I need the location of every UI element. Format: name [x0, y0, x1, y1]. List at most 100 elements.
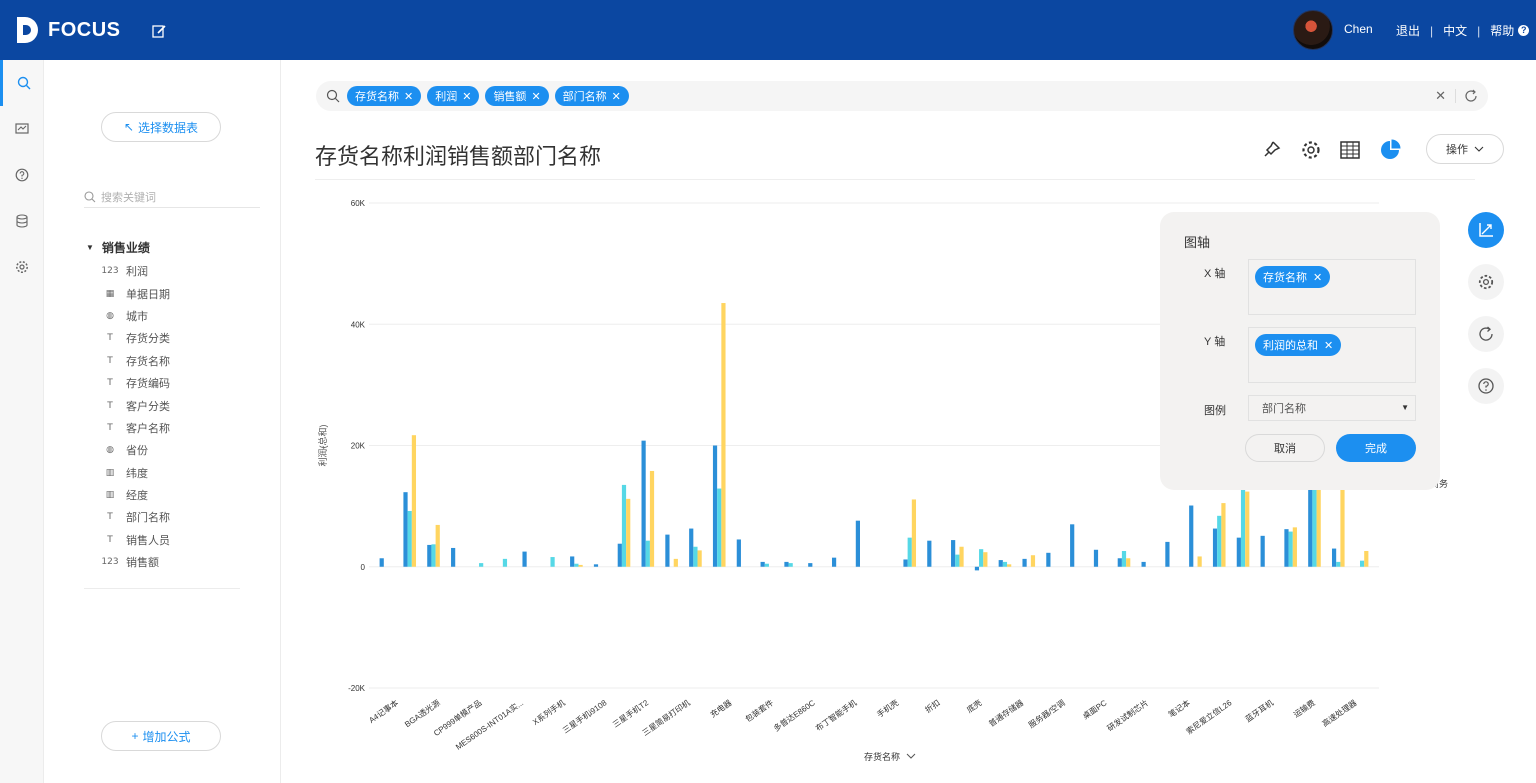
nav-board[interactable]	[0, 106, 44, 152]
field-item[interactable]: T 客户分类	[102, 394, 170, 416]
add-formula-button[interactable]: + 增加公式	[101, 721, 221, 751]
help-icon	[1478, 378, 1494, 394]
number-icon: 123	[101, 557, 119, 568]
bar	[427, 544, 432, 567]
user-name[interactable]: Chen	[1344, 22, 1373, 36]
search-chip[interactable]: 部门名称 ✕	[554, 86, 629, 106]
separator: |	[1477, 23, 1481, 38]
bar	[1002, 561, 1008, 567]
search-icon	[17, 76, 30, 90]
bar	[1308, 484, 1313, 567]
search-chip[interactable]: 利润 ✕	[427, 86, 480, 106]
x-axis-chip[interactable]: 存货名称 ✕	[1255, 266, 1331, 288]
tree-group[interactable]: ▼ 销售业绩	[86, 239, 150, 256]
bar	[1030, 555, 1036, 567]
field-item[interactable]: T 存货编码	[102, 372, 170, 394]
field-item[interactable]: T 部门名称	[102, 506, 170, 528]
nav-settings[interactable]	[0, 244, 44, 290]
bar	[1340, 484, 1345, 567]
help-icon	[15, 168, 29, 182]
search-chip[interactable]: 存货名称 ✕	[347, 86, 422, 106]
x-tick-label: 桌面PC	[1081, 697, 1109, 721]
bar	[431, 544, 436, 567]
edit-icon[interactable]	[151, 23, 167, 39]
close-icon[interactable]: ✕	[1324, 339, 1333, 352]
close-icon[interactable]: ✕	[531, 90, 540, 103]
left-nav	[0, 60, 44, 783]
bar	[764, 563, 769, 567]
bar	[855, 520, 860, 567]
field-item[interactable]: T 存货名称	[102, 350, 170, 372]
select-table-button[interactable]: ↖ 选择数据表	[101, 112, 221, 142]
axis-config-panel: 图轴 X 轴 存货名称 ✕ Y 轴 利润的总和 ✕ 图例 部门名称 ▼ 取消 完…	[1160, 212, 1440, 490]
logo[interactable]: FOCUS	[14, 15, 121, 45]
legend-select[interactable]: 部门名称 ▼	[1248, 395, 1416, 421]
help-icon[interactable]: ?	[1518, 25, 1530, 36]
keyword-search-input[interactable]: 搜索关键词	[84, 186, 260, 208]
bar	[626, 498, 631, 567]
y-tick-label: -20K	[348, 684, 366, 693]
field-item[interactable]: T 销售人员	[102, 529, 170, 551]
close-icon[interactable]: ✕	[1313, 271, 1322, 284]
nav-search[interactable]	[0, 60, 44, 106]
y-axis-label: Y 轴	[1204, 336, 1226, 348]
x-axis-label: X 轴	[1204, 268, 1226, 280]
bar	[645, 540, 650, 567]
refresh-icon	[1479, 326, 1493, 341]
close-icon[interactable]: ✕	[404, 90, 413, 103]
bar	[502, 558, 508, 567]
operations-button[interactable]: 操作	[1426, 134, 1504, 164]
clear-icon[interactable]: ✕	[1435, 88, 1446, 104]
help-link[interactable]: 帮助	[1490, 22, 1514, 39]
y-axis-chip[interactable]: 利润的总和 ✕	[1255, 334, 1342, 356]
field-label: 经度	[126, 490, 148, 503]
logo-icon	[17, 17, 38, 43]
refresh-button[interactable]	[1468, 316, 1504, 352]
x-axis-dropzone[interactable]: 存货名称 ✕	[1248, 259, 1416, 315]
bar	[1217, 515, 1222, 567]
nav-data[interactable]	[0, 198, 44, 244]
cancel-button[interactable]: 取消	[1245, 434, 1325, 462]
search-bar[interactable]: 存货名称 ✕ 利润 ✕ 销售额 ✕ 部门名称 ✕ ✕	[316, 81, 1488, 111]
pin-icon[interactable]	[1260, 139, 1282, 161]
field-item[interactable]: ◍ 省份	[102, 439, 170, 461]
search-chip[interactable]: 销售额 ✕	[485, 86, 549, 106]
bar	[578, 564, 583, 567]
axis-settings-button[interactable]	[1468, 212, 1504, 248]
field-item[interactable]: ▥ 纬度	[102, 462, 170, 484]
bar	[617, 543, 622, 567]
bar	[403, 492, 408, 567]
field-item[interactable]: T 客户名称	[102, 417, 170, 439]
logout-link[interactable]: 退出	[1396, 22, 1420, 39]
close-icon[interactable]: ✕	[462, 90, 471, 103]
bar	[379, 558, 384, 567]
y-axis-dropzone[interactable]: 利润的总和 ✕	[1248, 327, 1416, 383]
help-button[interactable]	[1468, 368, 1504, 404]
pie-chart-icon[interactable]	[1379, 139, 1401, 161]
data-panel: ↖ 选择数据表 搜索关键词 ▼ 销售业绩 123 利润 ▦ 单据日期 ◍ 城市 T 存货分类 T…	[44, 60, 281, 783]
avatar[interactable]	[1293, 10, 1333, 50]
search-chips: 存货名称 ✕ 利润 ✕ 销售额 ✕ 部门名称 ✕	[347, 86, 629, 106]
chart-settings-button[interactable]	[1468, 264, 1504, 300]
chip-label: 销售额	[493, 91, 527, 103]
gear-icon[interactable]	[1300, 139, 1322, 161]
y-tick-label: 20K	[351, 442, 366, 451]
chevron-right-icon: ›	[322, 442, 325, 452]
field-item[interactable]: 123 销售额	[101, 551, 170, 573]
field-item[interactable]: ▦ 单据日期	[102, 282, 170, 304]
calendar-icon: ▦	[105, 288, 115, 299]
field-label: 部门名称	[126, 512, 170, 525]
nav-help[interactable]	[0, 152, 44, 198]
field-item[interactable]: ▥ 经度	[102, 484, 170, 506]
field-item[interactable]: 123 利润	[101, 260, 170, 282]
refresh-icon[interactable]	[1464, 89, 1478, 103]
x-tick-label: 包装套件	[743, 697, 775, 724]
field-item[interactable]: T 存货分类	[102, 327, 170, 349]
close-icon[interactable]: ✕	[612, 90, 621, 103]
field-item[interactable]: ◍ 城市	[102, 305, 170, 327]
table-icon[interactable]	[1339, 139, 1361, 161]
language-link[interactable]: 中文	[1443, 22, 1467, 39]
x-tick-label: 笔记本	[1166, 697, 1191, 719]
text-icon: T	[107, 378, 113, 389]
done-button[interactable]: 完成	[1336, 434, 1416, 462]
